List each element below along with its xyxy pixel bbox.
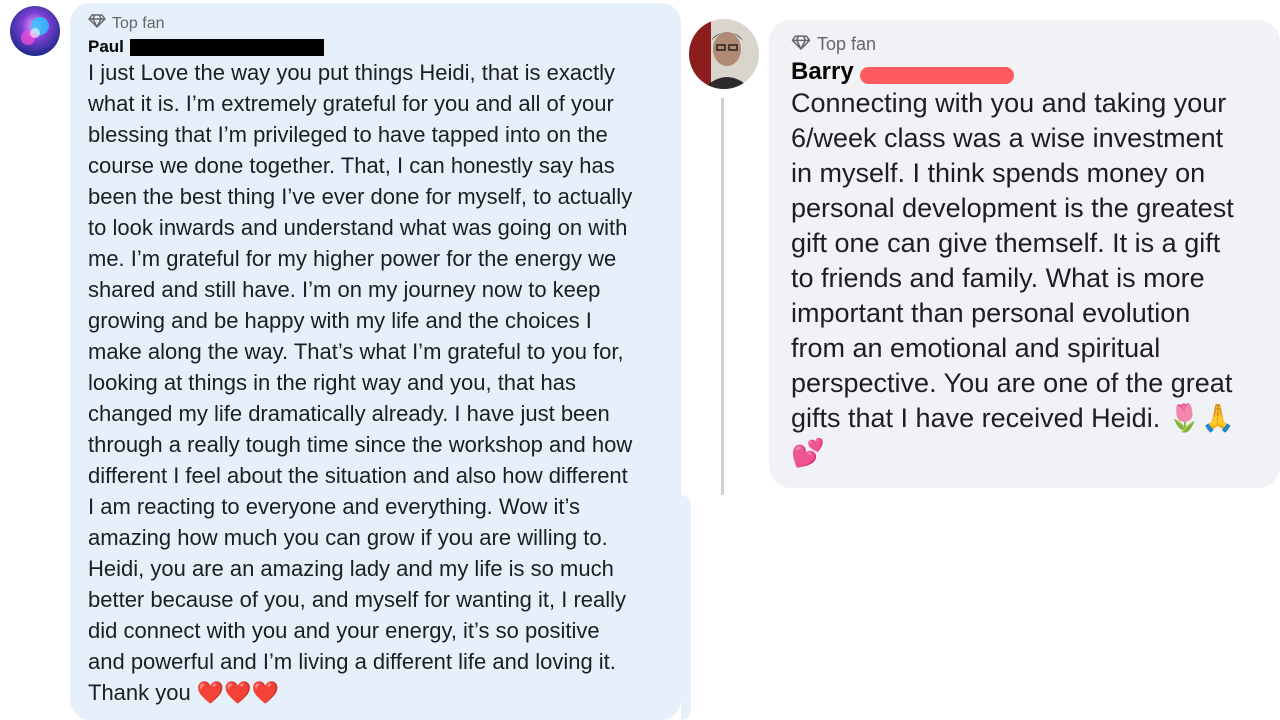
- author-name[interactable]: Paul: [88, 37, 124, 57]
- comment-text: Connecting with you and taking your 6/we…: [791, 86, 1271, 471]
- diamond-icon: [88, 14, 106, 33]
- top-fan-badge: Top fan: [88, 14, 681, 33]
- redaction-bar: [130, 39, 324, 56]
- comment-body: I just Love the way you put things Heidi…: [88, 60, 633, 705]
- comment-bubble: Top fan Paul I just Love the way you put…: [70, 3, 681, 720]
- redaction-scribble: [860, 67, 1014, 84]
- avatar-paul[interactable]: [10, 6, 60, 56]
- badge-label: Top fan: [112, 14, 165, 32]
- tulip-pray-emojis: 🌷🙏: [1167, 403, 1235, 434]
- thread-line: [721, 98, 724, 495]
- top-fan-badge: Top fan: [791, 34, 1280, 55]
- heart-emojis: ❤️❤️❤️: [196, 681, 280, 706]
- comment-bubble-extension: [681, 495, 691, 720]
- diamond-icon: [791, 34, 811, 55]
- comment-text: I just Love the way you put things Heidi…: [88, 57, 688, 709]
- comment-bubble: Top fan Barry Connecting with you and ta…: [769, 20, 1280, 488]
- author-name[interactable]: Barry: [791, 58, 854, 86]
- avatar-barry[interactable]: [689, 19, 759, 89]
- badge-label: Top fan: [817, 34, 877, 54]
- hearts-emoji: 💕: [791, 438, 825, 469]
- comment-body: Connecting with you and taking your 6/we…: [791, 88, 1234, 433]
